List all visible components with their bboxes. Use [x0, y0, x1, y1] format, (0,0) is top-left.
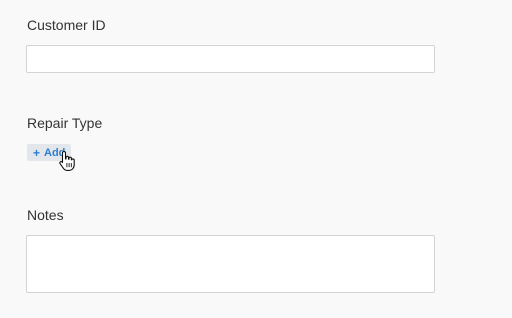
plus-icon: + [33, 145, 41, 160]
notes-label: Notes [27, 207, 64, 223]
customer-id-input[interactable] [26, 45, 435, 73]
customer-id-label: Customer ID [27, 17, 106, 33]
hand-pointer-icon [59, 150, 75, 171]
notes-textarea[interactable] [26, 235, 435, 293]
repair-form: Customer ID Repair Type + Add Notes [0, 0, 512, 318]
repair-type-label: Repair Type [27, 115, 103, 131]
